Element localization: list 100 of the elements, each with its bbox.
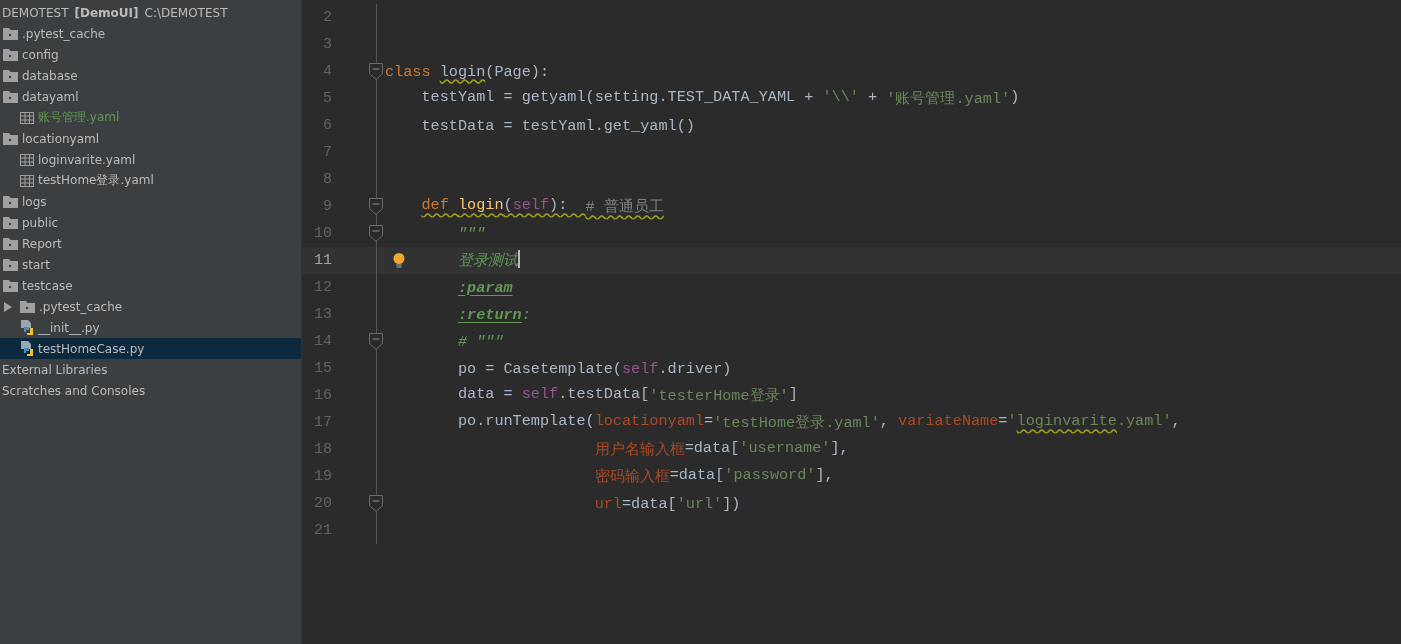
tree-item[interactable]: testcase: [0, 275, 301, 296]
line-number: 10: [313, 225, 332, 242]
folder-icon: [20, 300, 35, 313]
fold-icon[interactable]: [369, 63, 383, 80]
tree-item[interactable]: .pytest_cache: [0, 296, 301, 317]
code-token: locationyaml: [594, 412, 704, 432]
code-token: =data[: [669, 466, 725, 486]
line-number: 6: [322, 117, 332, 134]
tree-item[interactable]: Report: [0, 233, 301, 254]
folder-icon: [3, 237, 18, 250]
folder-icon: [3, 216, 18, 229]
module-name: [DemoUI]: [74, 5, 139, 20]
code-token: ': [1007, 412, 1017, 432]
code-token: loginvarite: [1016, 412, 1117, 432]
code-token: ,: [1171, 412, 1181, 432]
code-token: variateName: [898, 412, 999, 432]
code-token: =data[: [684, 439, 740, 459]
code-token: .testData[: [558, 385, 650, 405]
code-token: data =: [457, 385, 514, 405]
code-token: .yaml': [1116, 412, 1172, 432]
code-token: def: [421, 196, 450, 216]
code-token: ): [1010, 88, 1020, 108]
tree-item[interactable]: 账号管理.yaml: [0, 107, 301, 128]
project-name: DEMOTEST: [2, 5, 69, 20]
tree-item[interactable]: database: [0, 65, 301, 86]
line-number: 5: [322, 90, 332, 107]
folder-icon: [3, 48, 18, 61]
code-token: class: [385, 62, 432, 81]
code-token: ],: [830, 439, 849, 459]
code-token: 用户名输入框: [594, 440, 685, 460]
tree-item[interactable]: .pytest_cache: [0, 23, 301, 44]
tree-item[interactable]: logs: [0, 191, 301, 212]
code-token: .driver): [658, 359, 732, 378]
fold-icon[interactable]: [369, 225, 383, 242]
code-token: self: [512, 196, 550, 216]
tree-item[interactable]: Scratches and Consoles: [0, 380, 301, 401]
code-token: '\\': [822, 88, 859, 108]
lightbulb-icon[interactable]: [393, 253, 405, 268]
code-token: +: [868, 88, 879, 108]
line-number: 13: [313, 306, 332, 323]
code-token: po.runTemplate(: [457, 412, 595, 432]
code-token: url: [594, 494, 622, 513]
line-number: 2: [322, 9, 332, 26]
line-number: 11: [313, 252, 332, 269]
code-token: 'password': [724, 466, 816, 486]
code-token: ]: [788, 385, 798, 405]
collapsed-arrow-icon[interactable]: [4, 301, 12, 312]
tree-item[interactable]: datayaml: [0, 86, 301, 107]
code-token: =data[: [621, 494, 677, 513]
tree-item[interactable]: testHome登录.yaml: [0, 170, 301, 191]
fold-icon[interactable]: [369, 495, 383, 512]
code-token: 登录测试: [457, 251, 518, 271]
folder-icon: [3, 279, 18, 292]
code-token: testYaml = getyaml(setting.TEST_DATA_YAML +: [421, 88, 815, 108]
text-cursor: [517, 250, 520, 268]
tree-item[interactable]: start: [0, 254, 301, 275]
tree-item[interactable]: External Libraries: [0, 359, 301, 380]
code-token: =: [704, 412, 714, 432]
code-token: =: [998, 412, 1008, 432]
code-token: 'username': [739, 439, 831, 459]
code-token: 密码输入框: [594, 467, 670, 487]
line-number: 3: [322, 36, 332, 53]
code-token: testData = testYaml.get_yaml(): [421, 116, 695, 135]
tree-item[interactable]: __init__.py: [0, 317, 301, 338]
fold-icon[interactable]: [369, 198, 383, 215]
code-token: (: [503, 196, 513, 216]
python-file-icon: [20, 320, 34, 335]
code-token: :return: [457, 305, 522, 324]
fold-icon[interactable]: [369, 333, 383, 350]
tree-item[interactable]: testHomeCase.py: [0, 338, 301, 359]
line-number: 20: [313, 495, 332, 512]
tree-item[interactable]: config: [0, 44, 301, 65]
code-token: 'url': [676, 494, 723, 513]
line-number: 21: [313, 522, 332, 539]
code-token: ,: [879, 412, 890, 432]
tree-item[interactable]: public: [0, 212, 301, 233]
folder-icon: [3, 195, 18, 208]
code-token: ):: [549, 196, 569, 216]
code-token: login: [457, 196, 504, 216]
code-token: 'testHome登录.yaml': [713, 413, 880, 433]
code-token: self: [622, 359, 659, 378]
table-icon: [20, 153, 34, 166]
table-icon: [20, 111, 34, 124]
code-token: # """: [457, 332, 504, 351]
code-token: :param: [457, 278, 513, 297]
tree-item[interactable]: loginvarite.yaml: [0, 149, 301, 170]
line-number: 19: [313, 468, 332, 485]
folder-icon: [3, 69, 18, 82]
table-icon: [20, 174, 34, 187]
line-number: 16: [313, 387, 332, 404]
folder-icon: [3, 258, 18, 271]
project-path: C:\DEMOTEST: [144, 5, 228, 20]
python-file-icon: [20, 341, 34, 356]
line-number: 17: [313, 414, 332, 431]
code-token: ],: [815, 466, 834, 486]
tree-item[interactable]: locationyaml: [0, 128, 301, 149]
line-number: 15: [313, 360, 332, 377]
folder-icon: [3, 27, 18, 40]
line-number: 18: [313, 441, 332, 458]
folder-icon: [3, 132, 18, 145]
